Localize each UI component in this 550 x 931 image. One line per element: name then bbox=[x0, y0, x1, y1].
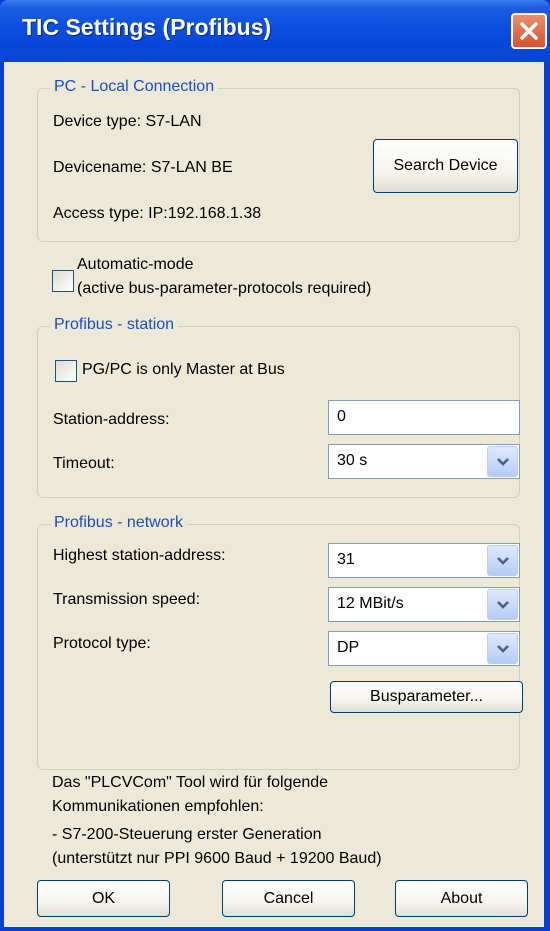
protocol-type-value: DP bbox=[337, 639, 360, 656]
close-icon bbox=[520, 22, 538, 40]
transmission-speed-value: 12 MBit/s bbox=[337, 595, 404, 612]
busparameter-button[interactable]: Busparameter... bbox=[330, 681, 523, 713]
search-device-button[interactable]: Search Device bbox=[373, 139, 518, 193]
device-type-label: Device type: S7-LAN bbox=[53, 113, 202, 130]
profibus-station-legend: Profibus - station bbox=[50, 316, 179, 334]
station-address-value: 0 bbox=[337, 408, 346, 425]
info-line-1: Das "PLCVCom" Tool wird für folgende bbox=[52, 774, 329, 791]
pc-local-connection-group: PC - Local Connection Device type: S7-LA… bbox=[37, 78, 520, 242]
chevron-down-icon bbox=[497, 557, 509, 565]
highest-station-address-label: Highest station-address: bbox=[53, 547, 226, 564]
transmission-speed-select[interactable]: 12 MBit/s bbox=[328, 587, 520, 622]
device-name-label: Devicename: S7-LAN BE bbox=[53, 159, 233, 176]
timeout-dropdown-button[interactable] bbox=[487, 446, 518, 477]
station-address-label: Station-address: bbox=[53, 411, 170, 428]
cancel-button[interactable]: Cancel bbox=[222, 880, 355, 917]
profibus-network-legend: Profibus - network bbox=[50, 514, 187, 532]
info-line-3: - S7-200-Steuerung erster Generation bbox=[52, 826, 322, 843]
dialog-body: PC - Local Connection Device type: S7-LA… bbox=[4, 62, 544, 927]
info-line-4: (unterstützt nur PPI 9600 Baud + 19200 B… bbox=[52, 850, 382, 867]
timeout-value: 30 s bbox=[337, 452, 368, 469]
transmission-speed-dropdown-button[interactable] bbox=[487, 589, 518, 620]
only-master-checkbox[interactable] bbox=[55, 360, 77, 382]
station-address-input[interactable]: 0 bbox=[328, 400, 520, 435]
highest-station-address-select[interactable]: 31 bbox=[328, 543, 520, 578]
about-button[interactable]: About bbox=[395, 880, 528, 917]
title-bar[interactable]: TIC Settings (Profibus) bbox=[0, 0, 550, 62]
window-title: TIC Settings (Profibus) bbox=[22, 14, 272, 40]
timeout-select[interactable]: 30 s bbox=[328, 444, 520, 479]
timeout-label: Timeout: bbox=[53, 455, 115, 472]
protocol-type-dropdown-button[interactable] bbox=[487, 633, 518, 664]
ok-button[interactable]: OK bbox=[37, 880, 170, 917]
automatic-mode-label: Automatic-mode bbox=[77, 256, 194, 273]
chevron-down-icon bbox=[497, 645, 509, 653]
info-line-2: Kommunikationen empfohlen: bbox=[52, 798, 264, 815]
protocol-type-label: Protocol type: bbox=[53, 635, 151, 652]
profibus-station-group: Profibus - station PG/PC is only Master … bbox=[37, 316, 520, 498]
automatic-mode-sublabel: (active bus-parameter-protocols required… bbox=[77, 280, 372, 297]
chevron-down-icon bbox=[497, 458, 509, 466]
highest-station-address-value: 31 bbox=[337, 551, 355, 568]
close-button[interactable] bbox=[511, 13, 547, 49]
transmission-speed-label: Transmission speed: bbox=[53, 591, 201, 608]
chevron-down-icon bbox=[497, 601, 509, 609]
only-master-label: PG/PC is only Master at Bus bbox=[82, 361, 285, 378]
pc-local-connection-legend: PC - Local Connection bbox=[50, 78, 219, 96]
automatic-mode-checkbox[interactable] bbox=[52, 270, 74, 292]
profibus-network-group: Profibus - network Highest station-addre… bbox=[37, 514, 523, 770]
dialog-window: TIC Settings (Profibus) PC - Local Conne… bbox=[0, 0, 550, 931]
highest-station-address-dropdown-button[interactable] bbox=[487, 545, 518, 576]
protocol-type-select[interactable]: DP bbox=[328, 631, 520, 666]
access-type-label: Access type: IP:192.168.1.38 bbox=[53, 205, 262, 222]
